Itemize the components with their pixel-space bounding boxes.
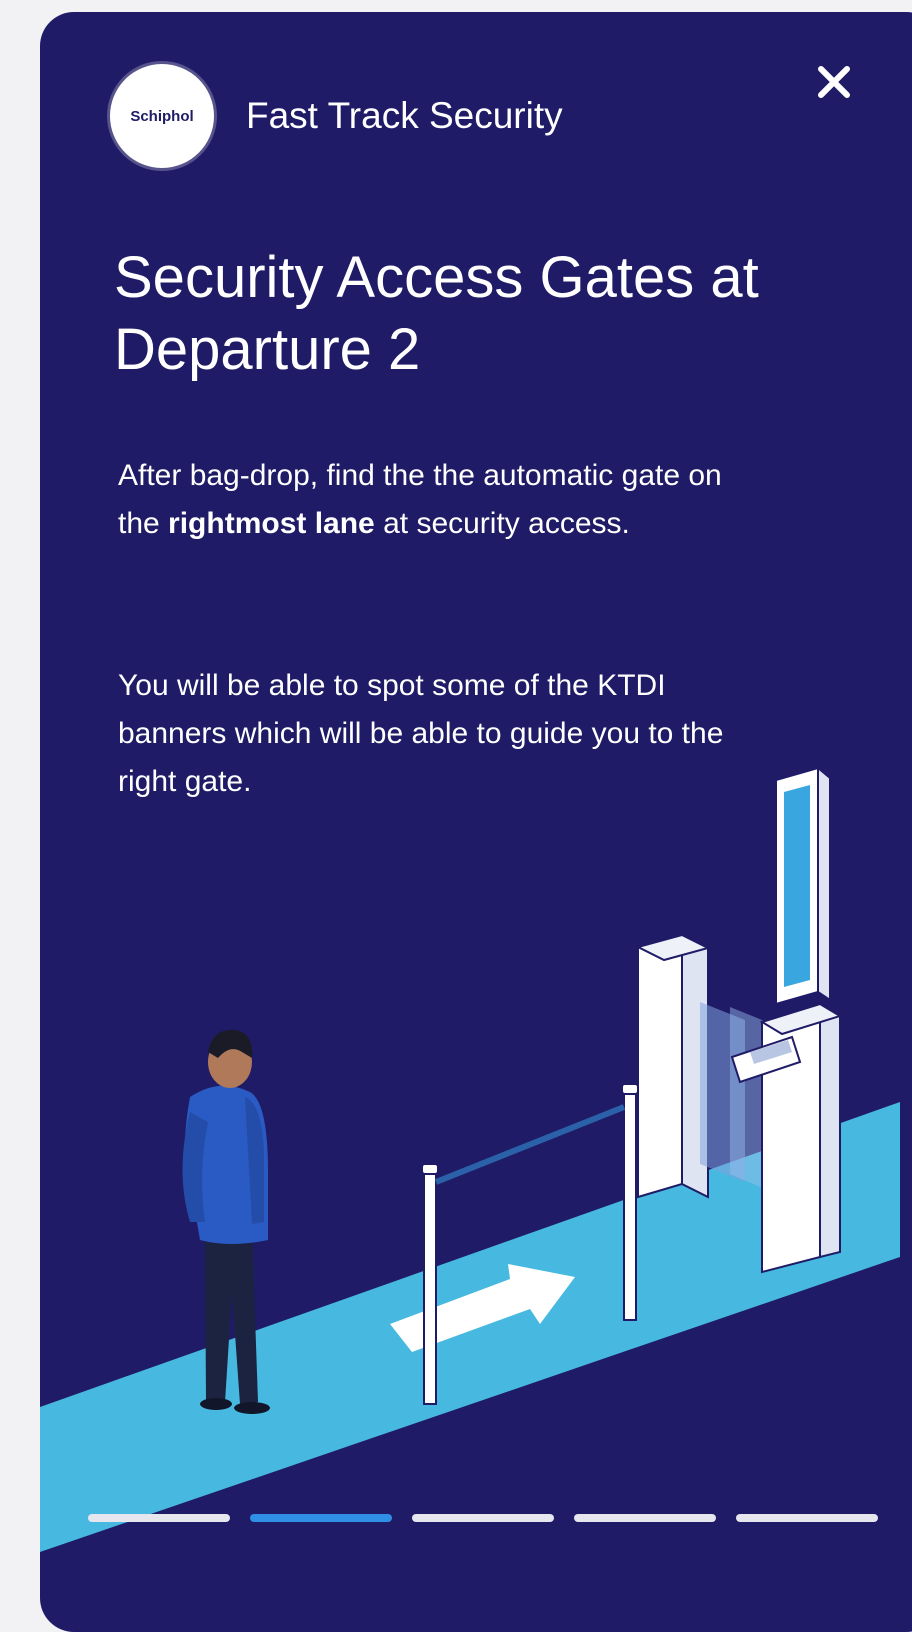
close-button[interactable]: [812, 60, 856, 104]
instruction-text-end: at security access.: [374, 507, 630, 540]
onboarding-card: Schiphol Fast Track Security Security Ac…: [40, 12, 912, 1632]
pagination-dot-1[interactable]: [88, 1514, 230, 1522]
pagination-dot-3[interactable]: [412, 1514, 554, 1522]
schiphol-logo: Schiphol: [110, 64, 214, 168]
pagination-dot-2[interactable]: [250, 1514, 392, 1522]
header-title: Fast Track Security: [246, 95, 563, 136]
queue-rope: [434, 1104, 626, 1185]
logo-text: Schiphol: [130, 107, 194, 125]
instruction-paragraph: After bag-drop, find the the automatic g…: [118, 452, 758, 548]
pagination-dot-4[interactable]: [574, 1514, 716, 1522]
pagination: [88, 1514, 878, 1522]
instruction-text-bold: rightmost lane: [168, 507, 375, 540]
security-gate-illustration: [40, 765, 900, 1552]
kiosk-screen: [775, 765, 831, 1006]
page-title: Security Access Gates at Departure 2: [114, 245, 759, 382]
close-icon: [818, 66, 850, 98]
bollard-back: [621, 1083, 639, 1321]
gate-left-pillar: [635, 933, 711, 1199]
bollard-front: [421, 1163, 439, 1405]
header: Schiphol Fast Track Security: [110, 64, 563, 168]
pagination-dot-5[interactable]: [736, 1514, 878, 1522]
